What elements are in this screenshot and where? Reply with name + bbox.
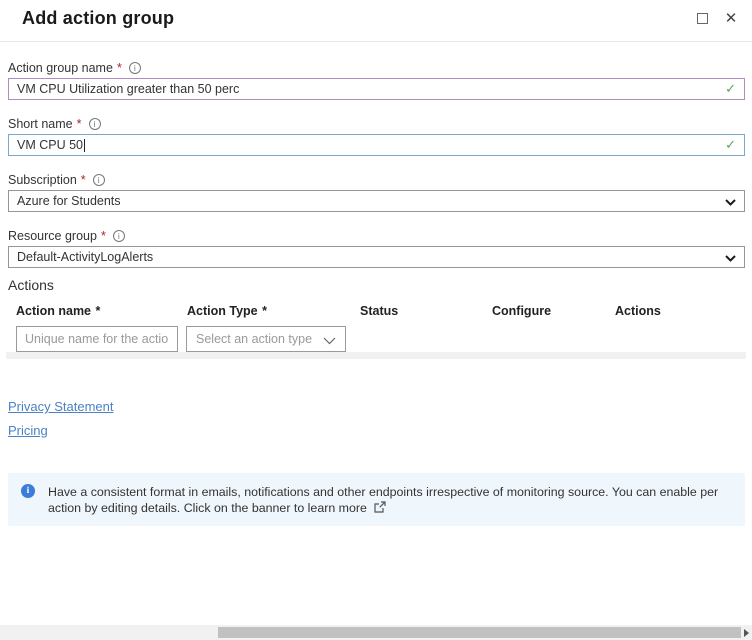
action-name-input[interactable] — [16, 326, 178, 352]
column-header-status: Status — [352, 304, 484, 318]
dialog-body: Action group name * i ✓ Short name * i V… — [0, 61, 752, 640]
chevron-down-icon — [725, 199, 736, 206]
action-group-name-label-row: Action group name * i — [8, 61, 745, 75]
scrollbar-thumb[interactable] — [218, 627, 741, 638]
horizontal-scrollbar[interactable] — [0, 625, 752, 640]
actions-section-title: Actions — [8, 277, 745, 294]
short-name-label-row: Short name * i — [8, 117, 745, 131]
chevron-down-icon — [323, 337, 336, 345]
info-icon: i — [21, 484, 35, 498]
required-asterisk: * — [77, 117, 82, 131]
action-row: Select an action type — [8, 326, 745, 352]
action-group-name-input[interactable] — [8, 78, 745, 100]
privacy-statement-link[interactable]: Privacy Statement — [8, 399, 114, 414]
text-cursor — [84, 139, 85, 152]
info-icon[interactable]: i — [113, 230, 125, 242]
column-header-action-name: Action name * — [8, 304, 179, 318]
info-icon[interactable]: i — [93, 174, 105, 186]
resource-group-select[interactable]: Default-ActivityLogAlerts — [8, 246, 745, 268]
scroll-right-arrow-icon[interactable] — [744, 629, 749, 637]
subscription-label-row: Subscription * i — [8, 173, 745, 187]
row-separator — [6, 352, 746, 359]
info-icon[interactable]: i — [89, 118, 101, 130]
short-name-label: Short name — [8, 117, 73, 131]
maximize-icon — [697, 13, 708, 24]
close-icon: ✕ — [725, 11, 738, 26]
subscription-label: Subscription — [8, 173, 77, 187]
dialog-header: Add action group ✕ — [0, 0, 752, 42]
info-icon[interactable]: i — [129, 62, 141, 74]
chevron-down-icon — [725, 255, 736, 262]
actions-table-header: Action name * Action Type * Status Confi… — [8, 304, 745, 318]
external-link-icon — [374, 501, 386, 513]
valid-check-icon: ✓ — [725, 138, 736, 151]
info-banner[interactable]: i Have a consistent format in emails, no… — [8, 473, 745, 526]
action-type-select[interactable]: Select an action type — [186, 326, 346, 352]
close-button[interactable]: ✕ — [722, 9, 740, 27]
resource-group-label: Resource group — [8, 229, 97, 243]
maximize-button[interactable] — [693, 9, 711, 27]
column-header-configure: Configure — [484, 304, 607, 318]
column-header-action-type: Action Type * — [179, 304, 352, 318]
valid-check-icon: ✓ — [725, 82, 736, 95]
dialog-title: Add action group — [22, 8, 174, 28]
pricing-link[interactable]: Pricing — [8, 423, 48, 438]
resource-group-label-row: Resource group * i — [8, 229, 745, 243]
required-asterisk: * — [101, 229, 106, 243]
action-group-name-label: Action group name — [8, 61, 113, 75]
required-asterisk: * — [117, 61, 122, 75]
required-asterisk: * — [96, 304, 101, 318]
window-controls: ✕ — [693, 9, 740, 27]
column-header-actions: Actions — [607, 304, 745, 318]
short-name-input[interactable]: VM CPU 50 — [8, 134, 745, 156]
subscription-select[interactable]: Azure for Students — [8, 190, 745, 212]
required-asterisk: * — [81, 173, 86, 187]
required-asterisk: * — [262, 304, 267, 318]
